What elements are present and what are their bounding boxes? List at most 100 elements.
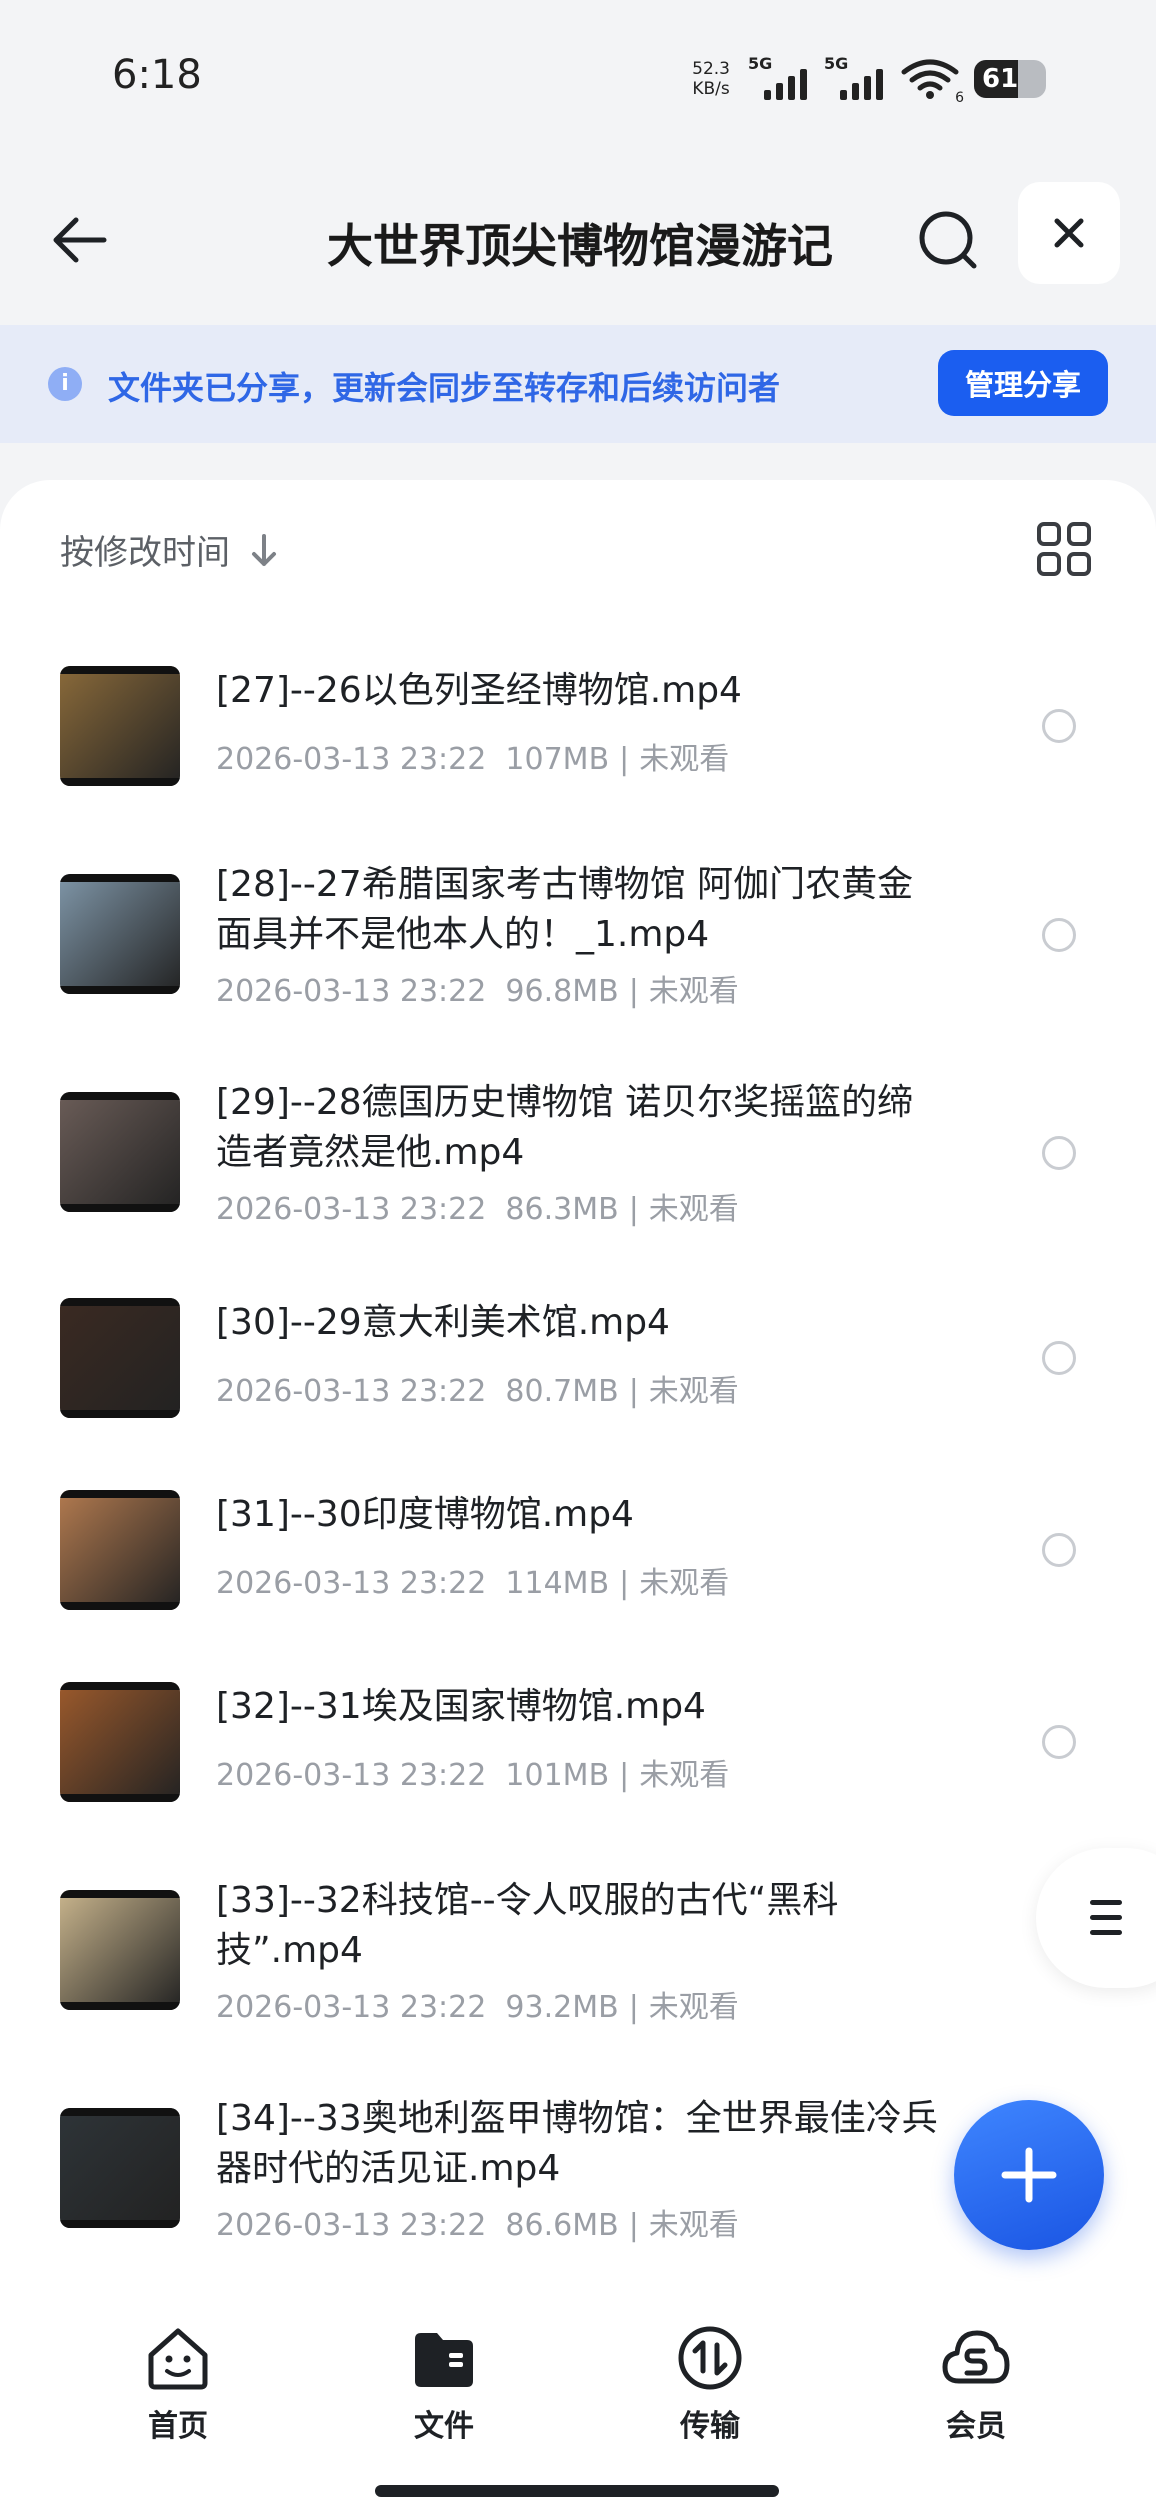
- file-size: 86.3MB: [505, 1192, 619, 1227]
- video-thumbnail: [60, 1490, 180, 1610]
- file-name: [34]--33奥地利盔甲博物馆：全世界最佳冷兵器时代的活见证.mp4: [216, 2098, 938, 2189]
- select-radio[interactable]: [1042, 1136, 1076, 1170]
- file-meta: 2026-03-13 23:22 101MB | 未观看: [216, 1758, 730, 1793]
- file-size: 80.7MB: [505, 1374, 619, 1409]
- select-radio[interactable]: [1042, 918, 1076, 952]
- file-date: 2026-03-13 23:22: [216, 1758, 487, 1793]
- sort-label: 按修改时间: [60, 533, 230, 573]
- close-icon: [1054, 218, 1084, 248]
- file-meta: 2026-03-13 23:22 80.7MB | 未观看: [216, 1374, 739, 1409]
- video-thumbnail: [60, 1298, 180, 1418]
- page-title: 大世界顶尖博物馆漫游记: [327, 219, 833, 273]
- share-banner-text: 文件夹已分享，更新会同步至转存和后续访问者: [108, 369, 781, 407]
- arrow-down-icon: [252, 533, 276, 566]
- add-button[interactable]: [954, 2100, 1104, 2250]
- wifi-icon: 6: [900, 56, 964, 106]
- nav-item-home[interactable]: 首页: [108, 2325, 248, 2445]
- folder-icon: [415, 2333, 473, 2387]
- status-time: 6:18: [112, 52, 202, 98]
- watch-status: 未观看: [639, 1758, 730, 1793]
- file-content-panel: 按修改时间 [27]--26以色列圣经博物馆.mp4 2026-03-13 23…: [0, 480, 1156, 2310]
- nav-label-transfer: 传输: [680, 2409, 740, 2444]
- file-meta: 2026-03-13 23:22 107MB | 未观看: [216, 742, 730, 777]
- nav-label-files: 文件: [414, 2409, 474, 2444]
- video-thumbnail: [60, 666, 180, 786]
- video-thumbnail: [60, 1890, 180, 2010]
- network-speed-unit: KB/s: [692, 79, 730, 99]
- watch-status: 未观看: [648, 1374, 739, 1409]
- nav-label-vip: 会员: [946, 2409, 1006, 2444]
- file-name: [31]--30印度博物馆.mp4: [216, 1494, 634, 1535]
- file-size: 114MB: [505, 1566, 610, 1601]
- file-meta: 2026-03-13 23:22 114MB | 未观看: [216, 1566, 730, 1601]
- manage-share-button[interactable]: 管理分享: [938, 350, 1108, 416]
- file-size: 107MB: [505, 742, 610, 777]
- watch-status: 未观看: [639, 742, 730, 777]
- video-thumbnail: [60, 1682, 180, 1802]
- file-meta: 2026-03-13 23:22 96.8MB | 未观看: [216, 974, 739, 1009]
- network-speed-value: 52.3: [692, 59, 730, 79]
- file-date: 2026-03-13 23:22: [216, 742, 487, 777]
- grid-view-button[interactable]: [1035, 520, 1093, 578]
- file-date: 2026-03-13 23:22: [216, 974, 487, 1009]
- file-date: 2026-03-13 23:22: [216, 1192, 487, 1227]
- file-size: 93.2MB: [505, 1990, 619, 2025]
- video-thumbnail: [60, 874, 180, 994]
- file-name: [33]--32科技馆--令人叹服的古代“黑科技”.mp4: [216, 1880, 839, 1971]
- arrow-left-icon: [53, 217, 107, 263]
- file-meta: 2026-03-13 23:22 86.6MB | 未观看: [216, 2208, 739, 2243]
- watch-status: 未观看: [648, 2208, 739, 2243]
- nav-label-home: 首页: [148, 2409, 208, 2444]
- menu-icon: [1090, 1900, 1122, 1945]
- cellular-signal-icon: 5G: [748, 54, 810, 102]
- select-radio[interactable]: [1042, 1725, 1076, 1759]
- status-icons: 52.3 KB/s 5G 5G 6 61: [692, 54, 1046, 106]
- nav-item-vip[interactable]: 会员: [906, 2325, 1046, 2445]
- file-date: 2026-03-13 23:22: [216, 1990, 487, 2025]
- file-name: [27]--26以色列圣经博物馆.mp4: [216, 670, 742, 711]
- select-radio[interactable]: [1042, 1533, 1076, 1567]
- battery-percent: 61: [982, 64, 1019, 94]
- grid-view-icon: [1037, 522, 1091, 576]
- plus-icon: [1001, 2147, 1057, 2203]
- watch-status: 未观看: [648, 1192, 739, 1227]
- info-icon: i: [48, 367, 82, 401]
- transfer-icon: [678, 2326, 742, 2390]
- wifi-badge: 6: [955, 90, 964, 106]
- watch-status: 未观看: [648, 1990, 739, 2025]
- share-banner: i 文件夹已分享，更新会同步至转存和后续访问者 管理分享: [0, 325, 1156, 443]
- header: 大世界顶尖博物馆漫游记: [0, 160, 1156, 320]
- select-radio[interactable]: [1042, 1341, 1076, 1375]
- file-size: 101MB: [505, 1758, 610, 1793]
- file-size: 86.6MB: [505, 2208, 619, 2243]
- nav-item-files[interactable]: 文件: [374, 2325, 514, 2445]
- file-name: [29]--28德国历史博物馆 诺贝尔奖摇篮的缔造者竟然是他.mp4: [216, 1082, 914, 1173]
- bottom-nav: 首页 文件 传输 会员: [0, 2290, 1156, 2510]
- video-thumbnail: [60, 2108, 180, 2228]
- nav-item-transfer[interactable]: 传输: [640, 2325, 780, 2445]
- file-date: 2026-03-13 23:22: [216, 2208, 487, 2243]
- cellular-signal-icon: 5G: [824, 54, 886, 102]
- file-meta: 2026-03-13 23:22 93.2MB | 未观看: [216, 1990, 739, 2025]
- home-smile-icon: [148, 2328, 208, 2390]
- video-thumbnail: [60, 1092, 180, 1212]
- watch-status: 未观看: [639, 1566, 730, 1601]
- file-date: 2026-03-13 23:22: [216, 1566, 487, 1601]
- close-button[interactable]: [1018, 182, 1120, 284]
- file-name: [28]--27希腊国家考古博物馆 阿伽门农黄金面具并不是他本人的！_1.mp4: [216, 864, 914, 955]
- search-icon: [919, 211, 977, 269]
- file-name: [30]--29意大利美术馆.mp4: [216, 1302, 670, 1343]
- file-date: 2026-03-13 23:22: [216, 1374, 487, 1409]
- home-indicator[interactable]: [375, 2485, 779, 2497]
- sort-control[interactable]: 按修改时间: [60, 525, 280, 574]
- cloud-vip-icon: [942, 2330, 1010, 2384]
- network-speed: 52.3 KB/s: [692, 59, 730, 99]
- file-name: [32]--31埃及国家博物馆.mp4: [216, 1686, 706, 1727]
- search-button[interactable]: [908, 200, 988, 280]
- select-radio[interactable]: [1042, 709, 1076, 743]
- file-size: 96.8MB: [505, 974, 619, 1009]
- status-bar: 6:18 52.3 KB/s 5G 5G 6 61: [0, 0, 1156, 160]
- back-button[interactable]: [40, 200, 120, 280]
- watch-status: 未观看: [648, 974, 739, 1009]
- battery-icon: 61: [974, 60, 1046, 98]
